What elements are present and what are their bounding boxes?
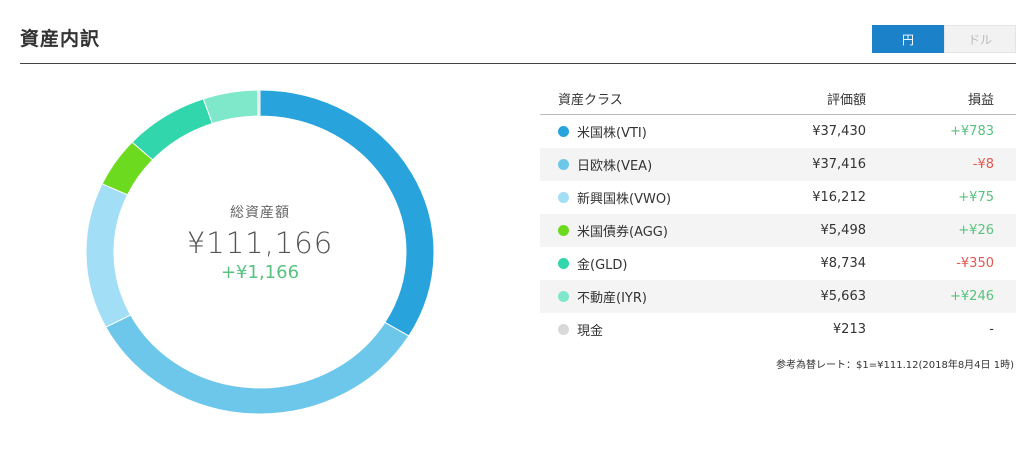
- exchange-rate-note: 参考為替レート：$1=¥111.12(2018年8月4日 1時): [776, 360, 1014, 371]
- asset-name-cell: 現金: [540, 320, 760, 339]
- currency-toggle: 円 ドル: [872, 25, 1016, 53]
- table-row: 新興国株(VWO) ¥16,212 +¥75: [540, 181, 1016, 214]
- legend-dot-icon: [558, 291, 569, 302]
- table-row: 米国株(VTI) ¥37,430 +¥783: [540, 115, 1016, 148]
- dollar-button[interactable]: ドル: [944, 25, 1016, 53]
- table-row: 現金 ¥213 -: [540, 313, 1016, 346]
- column-asset-class: 資産クラス: [558, 92, 623, 108]
- asset-name-cell: 不動産(IYR): [540, 287, 760, 306]
- asset-pl: +¥246: [950, 289, 994, 304]
- donut-slice[interactable]: [257, 90, 261, 117]
- asset-value: ¥5,498: [820, 223, 867, 238]
- asset-name-cell: 金(GLD): [540, 254, 760, 273]
- asset-name: 日欧株(VEA): [577, 159, 653, 174]
- asset-name-cell: 米国債券(AGG): [540, 221, 760, 240]
- table-row: 日欧株(VEA) ¥37,416 -¥8: [540, 148, 1016, 181]
- asset-pl: +¥75: [958, 190, 994, 205]
- asset-name-cell: 米国株(VTI): [540, 122, 760, 141]
- table-row: 不動産(IYR) ¥5,663 +¥246: [540, 280, 1016, 313]
- legend-dot-icon: [558, 324, 569, 335]
- asset-name: 米国株(VTI): [577, 126, 647, 141]
- total-label: 総資産額: [230, 205, 290, 221]
- donut-center: 総資産額 ¥111,166 +¥1,166: [86, 202, 434, 283]
- header: 資産内訳 円 ドル: [20, 0, 1016, 64]
- asset-name: 米国債券(AGG): [577, 225, 668, 240]
- asset-value: ¥5,663: [820, 289, 867, 304]
- column-pl: 損益: [967, 92, 994, 108]
- table-row: 米国債券(AGG) ¥5,498 +¥26: [540, 214, 1016, 247]
- donut-chart: 総資産額 ¥111,166 +¥1,166: [86, 90, 434, 415]
- donut-slice[interactable]: [131, 98, 214, 161]
- table-header: 資産クラス 評価額 損益: [540, 82, 1016, 115]
- asset-pl: -¥350: [956, 256, 994, 271]
- table-body: 米国株(VTI) ¥37,430 +¥783 日欧株(VEA) ¥37,416 -¥8 新興…: [540, 115, 1016, 346]
- asset-pl: -: [989, 322, 994, 337]
- asset-name: 金(GLD): [577, 258, 628, 273]
- table-row: 金(GLD) ¥8,734 -¥350: [540, 247, 1016, 280]
- asset-name: 新興国株(VWO): [577, 192, 672, 207]
- legend-dot-icon: [558, 225, 569, 236]
- page-title: 資産内訳: [20, 28, 101, 50]
- donut-slice[interactable]: [202, 90, 259, 125]
- legend-dot-icon: [558, 159, 569, 170]
- legend-dot-icon: [558, 126, 569, 137]
- asset-name-cell: 日欧株(VEA): [540, 155, 760, 174]
- total-gain: +¥1,166: [220, 262, 300, 283]
- column-value: 評価額: [826, 92, 866, 108]
- asset-name-cell: 新興国株(VWO): [540, 188, 760, 207]
- donut-slice[interactable]: [105, 314, 410, 415]
- yen-button[interactable]: 円: [872, 25, 944, 53]
- legend-dot-icon: [558, 192, 569, 203]
- asset-table: 資産クラス 評価額 損益 米国株(VTI) ¥37,430 +¥783 日欧株(VEA…: [540, 82, 1016, 371]
- asset-value: ¥37,416: [812, 157, 866, 172]
- asset-value: ¥8,734: [820, 256, 867, 271]
- total-value: ¥111,166: [186, 226, 334, 260]
- asset-value: ¥213: [832, 322, 866, 337]
- asset-name: 不動産(IYR): [577, 291, 647, 306]
- asset-value: ¥16,212: [812, 190, 866, 205]
- legend-dot-icon: [558, 258, 569, 269]
- asset-pl: +¥26: [958, 223, 994, 238]
- asset-pl: -¥8: [972, 157, 994, 172]
- asset-pl: +¥783: [950, 124, 994, 139]
- asset-name: 現金: [577, 324, 604, 339]
- asset-value: ¥37,430: [812, 124, 866, 139]
